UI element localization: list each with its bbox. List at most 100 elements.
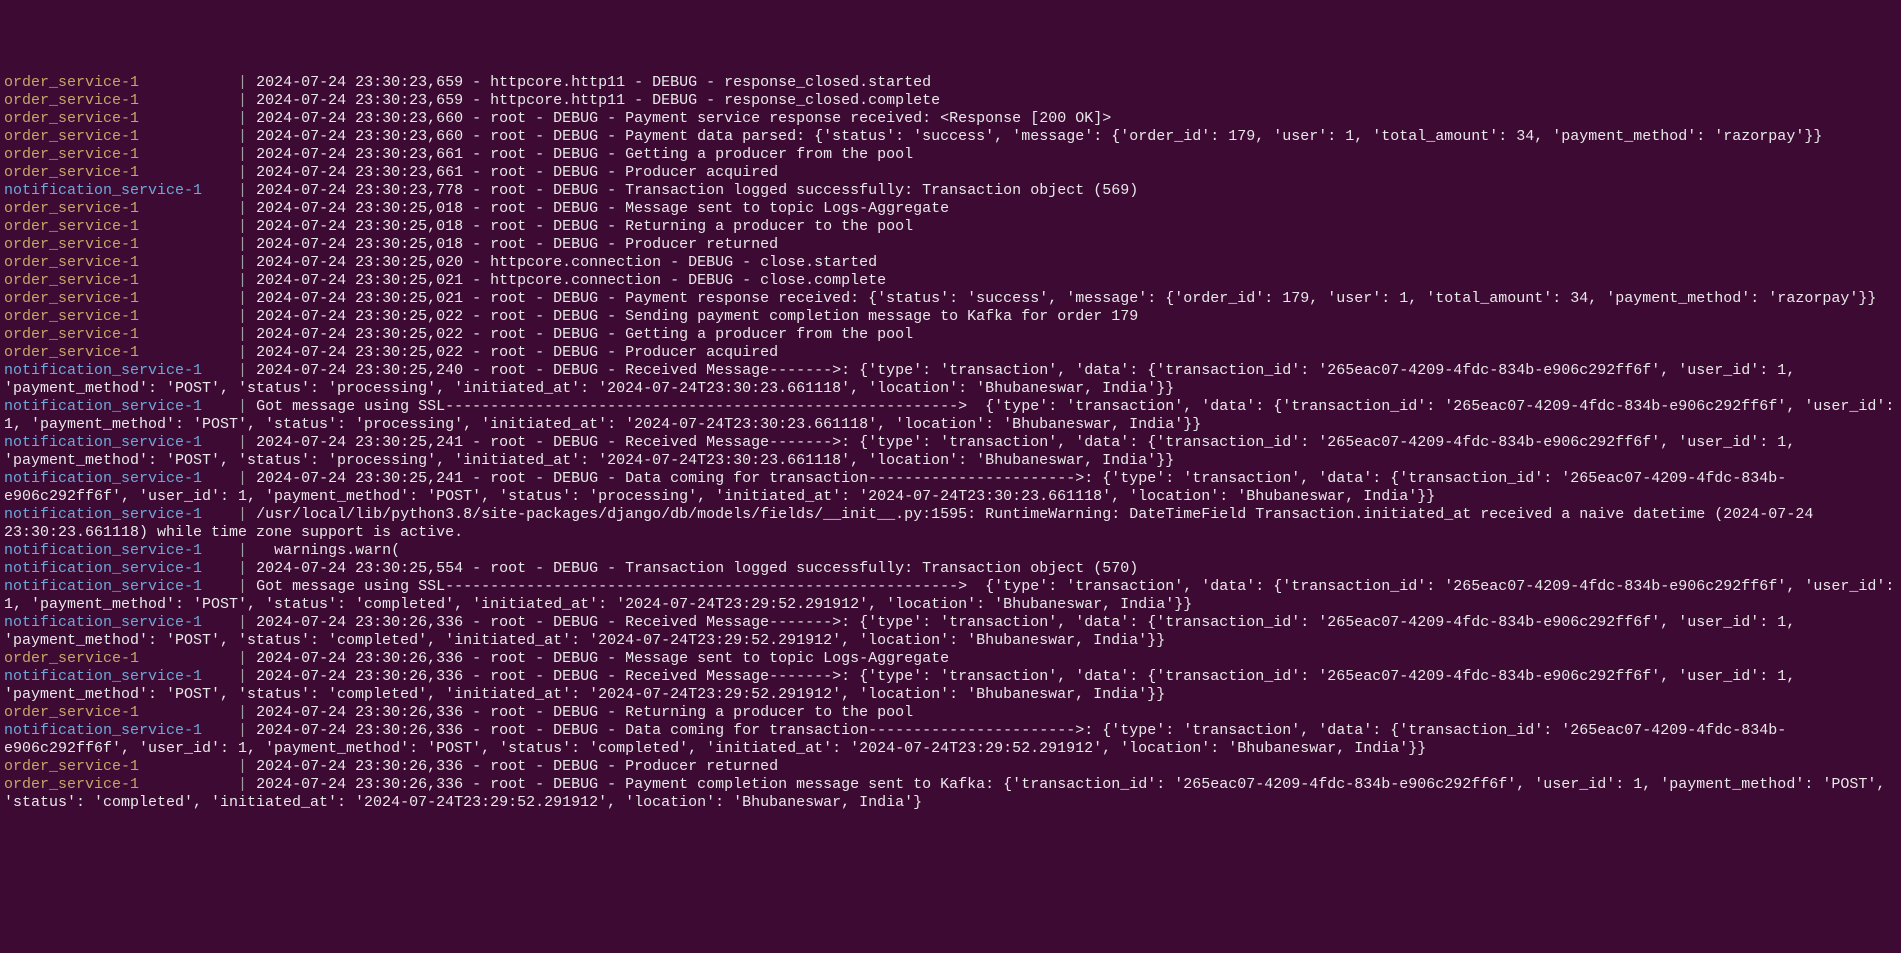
service-label-order: order_service-1: [4, 344, 238, 361]
log-line: order_service-1 | 2024-07-24 23:30:25,02…: [4, 290, 1897, 308]
service-label-notification: notification_service-1: [4, 434, 238, 451]
log-line: order_service-1 | 2024-07-24 23:30:26,33…: [4, 704, 1897, 722]
pipe-separator: |: [238, 254, 247, 271]
service-label-order: order_service-1: [4, 254, 238, 271]
log-message: 2024-07-24 23:30:23,661 - root - DEBUG -…: [247, 146, 913, 163]
log-message: warnings.warn(: [247, 542, 400, 559]
log-message: 2024-07-24 23:30:26,336 - root - DEBUG -…: [247, 650, 949, 667]
service-label-notification: notification_service-1: [4, 506, 238, 523]
log-message: 2024-07-24 23:30:26,336 - root - DEBUG -…: [4, 776, 1894, 811]
pipe-separator: |: [238, 704, 247, 721]
service-label-notification: notification_service-1: [4, 182, 238, 199]
pipe-separator: |: [238, 290, 247, 307]
pipe-separator: |: [238, 614, 247, 631]
log-message: 2024-07-24 23:30:26,336 - root - DEBUG -…: [247, 704, 913, 721]
service-label-notification: notification_service-1: [4, 470, 238, 487]
service-label-notification: notification_service-1: [4, 578, 238, 595]
log-line: order_service-1 | 2024-07-24 23:30:25,02…: [4, 272, 1897, 290]
log-line: order_service-1 | 2024-07-24 23:30:25,01…: [4, 236, 1897, 254]
pipe-separator: |: [238, 74, 247, 91]
pipe-separator: |: [238, 650, 247, 667]
service-label-order: order_service-1: [4, 758, 238, 775]
pipe-separator: |: [238, 542, 247, 559]
log-line: notification_service-1 | 2024-07-24 23:3…: [4, 434, 1897, 470]
log-line: order_service-1 | 2024-07-24 23:30:26,33…: [4, 650, 1897, 668]
log-line: notification_service-1 | warnings.warn(: [4, 542, 1897, 560]
log-line: order_service-1 | 2024-07-24 23:30:26,33…: [4, 776, 1897, 812]
log-message: 2024-07-24 23:30:25,240 - root - DEBUG -…: [4, 362, 1804, 397]
service-label-order: order_service-1: [4, 236, 238, 253]
service-label-order: order_service-1: [4, 92, 238, 109]
log-line: notification_service-1 | 2024-07-24 23:3…: [4, 182, 1897, 200]
log-line: notification_service-1 | 2024-07-24 23:3…: [4, 362, 1897, 398]
log-message: 2024-07-24 23:30:25,022 - root - DEBUG -…: [247, 344, 778, 361]
log-line: order_service-1 | 2024-07-24 23:30:25,02…: [4, 344, 1897, 362]
log-line: order_service-1 | 2024-07-24 23:30:25,02…: [4, 326, 1897, 344]
pipe-separator: |: [238, 326, 247, 343]
service-label-order: order_service-1: [4, 326, 238, 343]
log-message: 2024-07-24 23:30:23,659 - httpcore.http1…: [247, 92, 940, 109]
service-label-order: order_service-1: [4, 290, 238, 307]
pipe-separator: |: [238, 506, 247, 523]
log-message: 2024-07-24 23:30:25,018 - root - DEBUG -…: [247, 218, 913, 235]
service-label-order: order_service-1: [4, 218, 238, 235]
log-message: 2024-07-24 23:30:23,661 - root - DEBUG -…: [247, 164, 778, 181]
log-message: 2024-07-24 23:30:26,336 - root - DEBUG -…: [247, 758, 778, 775]
log-line: notification_service-1 | 2024-07-24 23:3…: [4, 722, 1897, 758]
log-line: notification_service-1 | Got message usi…: [4, 578, 1897, 614]
log-message: 2024-07-24 23:30:23,660 - root - DEBUG -…: [247, 128, 1822, 145]
log-line: order_service-1 | 2024-07-24 23:30:25,01…: [4, 218, 1897, 236]
service-label-order: order_service-1: [4, 74, 238, 91]
log-message: 2024-07-24 23:30:25,554 - root - DEBUG -…: [247, 560, 1138, 577]
service-label-order: order_service-1: [4, 308, 238, 325]
pipe-separator: |: [238, 92, 247, 109]
pipe-separator: |: [238, 362, 247, 379]
service-label-order: order_service-1: [4, 704, 238, 721]
service-label-order: order_service-1: [4, 146, 238, 163]
pipe-separator: |: [238, 578, 247, 595]
log-message: 2024-07-24 23:30:25,018 - root - DEBUG -…: [247, 200, 949, 217]
log-line: notification_service-1 | 2024-07-24 23:3…: [4, 668, 1897, 704]
pipe-separator: |: [238, 182, 247, 199]
log-message: 2024-07-24 23:30:25,021 - httpcore.conne…: [247, 272, 886, 289]
log-line: notification_service-1 | /usr/local/lib/…: [4, 506, 1897, 542]
log-message: 2024-07-24 23:30:25,021 - root - DEBUG -…: [247, 290, 1876, 307]
pipe-separator: |: [238, 218, 247, 235]
log-line: order_service-1 | 2024-07-24 23:30:23,66…: [4, 110, 1897, 128]
pipe-separator: |: [238, 722, 247, 739]
log-message: 2024-07-24 23:30:25,022 - root - DEBUG -…: [247, 326, 913, 343]
terminal-output[interactable]: order_service-1 | 2024-07-24 23:30:23,65…: [4, 74, 1897, 812]
pipe-separator: |: [238, 758, 247, 775]
log-message: 2024-07-24 23:30:25,241 - root - DEBUG -…: [4, 434, 1804, 469]
log-line: order_service-1 | 2024-07-24 23:30:23,65…: [4, 92, 1897, 110]
service-label-order: order_service-1: [4, 272, 238, 289]
log-message: 2024-07-24 23:30:23,659 - httpcore.http1…: [247, 74, 931, 91]
log-message: /usr/local/lib/python3.8/site-packages/d…: [4, 506, 1822, 541]
pipe-separator: |: [238, 776, 247, 793]
log-message: 2024-07-24 23:30:23,778 - root - DEBUG -…: [247, 182, 1138, 199]
service-label-notification: notification_service-1: [4, 722, 238, 739]
pipe-separator: |: [238, 236, 247, 253]
pipe-separator: |: [238, 200, 247, 217]
log-line: order_service-1 | 2024-07-24 23:30:25,01…: [4, 200, 1897, 218]
service-label-order: order_service-1: [4, 128, 238, 145]
log-message: 2024-07-24 23:30:23,660 - root - DEBUG -…: [247, 110, 1111, 127]
service-label-order: order_service-1: [4, 200, 238, 217]
pipe-separator: |: [238, 164, 247, 181]
log-message: Got message using SSL-------------------…: [4, 578, 1901, 613]
log-message: 2024-07-24 23:30:25,020 - httpcore.conne…: [247, 254, 877, 271]
log-message: 2024-07-24 23:30:26,336 - root - DEBUG -…: [4, 722, 1786, 757]
log-line: order_service-1 | 2024-07-24 23:30:25,02…: [4, 254, 1897, 272]
pipe-separator: |: [238, 146, 247, 163]
log-line: order_service-1 | 2024-07-24 23:30:23,66…: [4, 128, 1897, 146]
log-line: order_service-1 | 2024-07-24 23:30:23,66…: [4, 164, 1897, 182]
log-line: notification_service-1 | Got message usi…: [4, 398, 1897, 434]
service-label-order: order_service-1: [4, 110, 238, 127]
service-label-notification: notification_service-1: [4, 560, 238, 577]
log-line: order_service-1 | 2024-07-24 23:30:23,66…: [4, 146, 1897, 164]
log-message: 2024-07-24 23:30:25,018 - root - DEBUG -…: [247, 236, 778, 253]
log-line: notification_service-1 | 2024-07-24 23:3…: [4, 560, 1897, 578]
log-message: 2024-07-24 23:30:25,022 - root - DEBUG -…: [247, 308, 1138, 325]
log-message: 2024-07-24 23:30:26,336 - root - DEBUG -…: [4, 614, 1804, 649]
service-label-order: order_service-1: [4, 776, 238, 793]
